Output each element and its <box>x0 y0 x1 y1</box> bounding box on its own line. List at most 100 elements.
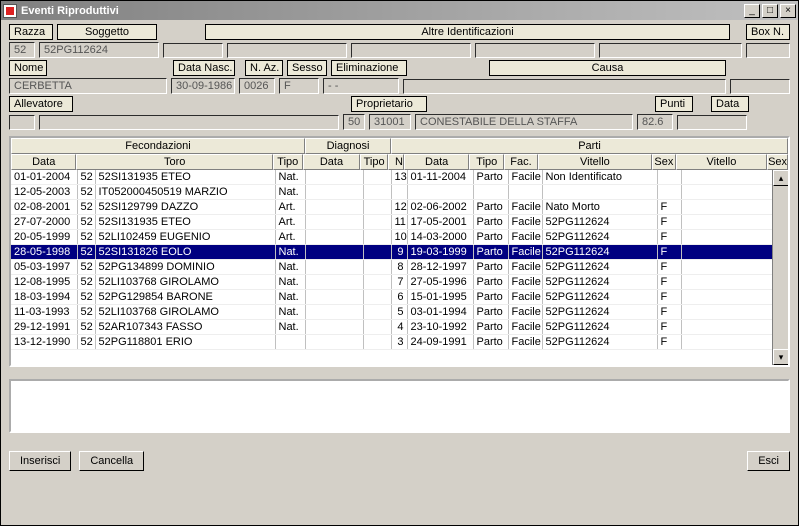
cell[interactable]: Nat. <box>275 305 305 320</box>
cell[interactable]: 52PG118801 ERIO <box>95 335 275 350</box>
cell[interactable]: Facile <box>508 230 542 245</box>
value-altid-4[interactable] <box>475 43 595 58</box>
cancella-button[interactable]: Cancella <box>79 451 144 471</box>
cell[interactable]: 52PG112624 <box>542 290 657 305</box>
cell[interactable]: 11-03-1993 <box>11 305 77 320</box>
cell[interactable]: 52SI131935 ETEO <box>95 215 275 230</box>
cell[interactable] <box>275 335 305 350</box>
cell[interactable]: Facile <box>508 320 542 335</box>
cell[interactable]: 52 <box>77 245 95 260</box>
cell[interactable]: 8 <box>391 260 407 275</box>
cell[interactable]: 28-12-1997 <box>407 260 473 275</box>
events-grid[interactable]: Fecondazioni Diagnosi Parti Data Toro Ti… <box>9 136 790 367</box>
table-row[interactable]: 12-08-19955252LI103768 GIROLAMONat.727-0… <box>11 275 788 290</box>
maximize-button[interactable]: □ <box>762 4 778 18</box>
cell[interactable]: F <box>657 200 681 215</box>
cell[interactable]: Nat. <box>275 245 305 260</box>
cell[interactable]: 6 <box>391 290 407 305</box>
cell[interactable]: 52 <box>77 230 95 245</box>
cell[interactable]: Art. <box>275 200 305 215</box>
cell[interactable]: 52SI131935 ETEO <box>95 170 275 185</box>
cell[interactable] <box>305 305 363 320</box>
cell[interactable] <box>305 200 363 215</box>
hdr-d-tipo[interactable]: Tipo <box>360 154 388 170</box>
value-allev-code[interactable] <box>9 115 35 130</box>
cell[interactable] <box>681 185 773 200</box>
cell[interactable]: 52LI103768 GIROLAMO <box>95 305 275 320</box>
cell[interactable] <box>657 170 681 185</box>
value-data[interactable] <box>677 115 747 130</box>
cell[interactable]: 52 <box>77 290 95 305</box>
cell[interactable] <box>363 320 391 335</box>
cell[interactable]: Art. <box>275 215 305 230</box>
cell[interactable] <box>305 320 363 335</box>
cell[interactable]: Non Identificato <box>542 170 657 185</box>
cell[interactable]: 4 <box>391 320 407 335</box>
cell[interactable]: Nat. <box>275 260 305 275</box>
cell[interactable]: 24-09-1991 <box>407 335 473 350</box>
cell[interactable] <box>681 170 773 185</box>
cell[interactable]: F <box>657 320 681 335</box>
value-prop-name[interactable]: CONESTABILE DELLA STAFFA <box>415 114 633 130</box>
cell[interactable]: 52PG112624 <box>542 245 657 260</box>
cell[interactable]: 27-05-1996 <box>407 275 473 290</box>
cell[interactable]: Facile <box>508 305 542 320</box>
cell[interactable]: 12 <box>391 200 407 215</box>
cell[interactable]: 18-03-1994 <box>11 290 77 305</box>
cell[interactable]: 10 <box>391 230 407 245</box>
cell[interactable]: Parto <box>473 200 508 215</box>
cell[interactable] <box>363 275 391 290</box>
cell[interactable] <box>305 215 363 230</box>
cell[interactable]: 52 <box>77 185 95 200</box>
cell[interactable] <box>407 185 473 200</box>
table-row[interactable]: 12-05-200352IT052000450519 MARZIONat. <box>11 185 788 200</box>
cell[interactable]: Parto <box>473 245 508 260</box>
cell[interactable] <box>657 185 681 200</box>
value-causa[interactable] <box>403 79 726 94</box>
value-nome[interactable]: CERBETTA <box>9 78 167 94</box>
grid-body[interactable]: 01-01-20045252SI131935 ETEONat.1301-11-2… <box>11 170 788 350</box>
cell[interactable]: Parto <box>473 170 508 185</box>
cell[interactable]: 52 <box>77 215 95 230</box>
cell[interactable] <box>681 320 773 335</box>
cell[interactable]: Facile <box>508 200 542 215</box>
value-n-az[interactable]: 0026 <box>239 78 275 94</box>
cell[interactable]: 27-07-2000 <box>11 215 77 230</box>
cell[interactable]: Art. <box>275 230 305 245</box>
value-sesso[interactable]: F <box>279 78 319 94</box>
cell[interactable]: Parto <box>473 290 508 305</box>
cell[interactable]: 52PG112624 <box>542 260 657 275</box>
value-box-n[interactable] <box>746 43 790 58</box>
cell[interactable]: 02-06-2002 <box>407 200 473 215</box>
cell[interactable] <box>363 245 391 260</box>
cell[interactable]: Parto <box>473 320 508 335</box>
cell[interactable]: 13 <box>391 170 407 185</box>
cell[interactable]: 52 <box>77 170 95 185</box>
hdr-p-sex2[interactable]: Sex <box>767 154 788 170</box>
cell[interactable]: 52SI131826 EOLO <box>95 245 275 260</box>
value-punti[interactable]: 82.6 <box>637 114 673 130</box>
cell[interactable]: 01-01-2004 <box>11 170 77 185</box>
hdr-p-sex[interactable]: Sex <box>652 154 676 170</box>
cell[interactable] <box>363 185 391 200</box>
table-row[interactable]: 27-07-20005252SI131935 ETEOArt.1117-05-2… <box>11 215 788 230</box>
cell[interactable] <box>681 200 773 215</box>
cell[interactable]: 03-01-1994 <box>407 305 473 320</box>
cell[interactable]: Parto <box>473 305 508 320</box>
close-button[interactable]: × <box>780 4 796 18</box>
cell[interactable] <box>681 260 773 275</box>
cell[interactable]: Nato Morto <box>542 200 657 215</box>
cell[interactable]: Nat. <box>275 170 305 185</box>
cell[interactable] <box>681 335 773 350</box>
cell[interactable]: 20-05-1999 <box>11 230 77 245</box>
cell[interactable] <box>363 200 391 215</box>
hdr-p-vit[interactable]: Vitello <box>538 154 652 170</box>
cell[interactable]: Facile <box>508 215 542 230</box>
cell[interactable]: 52LI103768 GIROLAMO <box>95 275 275 290</box>
cell[interactable] <box>542 185 657 200</box>
hdr-d-data[interactable]: Data <box>303 154 361 170</box>
table-row[interactable]: 20-05-19995252LI102459 EUGENIOArt.1014-0… <box>11 230 788 245</box>
cell[interactable]: 14-03-2000 <box>407 230 473 245</box>
table-row[interactable]: 05-03-19975252PG134899 DOMINIONat.828-12… <box>11 260 788 275</box>
cell[interactable]: 15-01-1995 <box>407 290 473 305</box>
